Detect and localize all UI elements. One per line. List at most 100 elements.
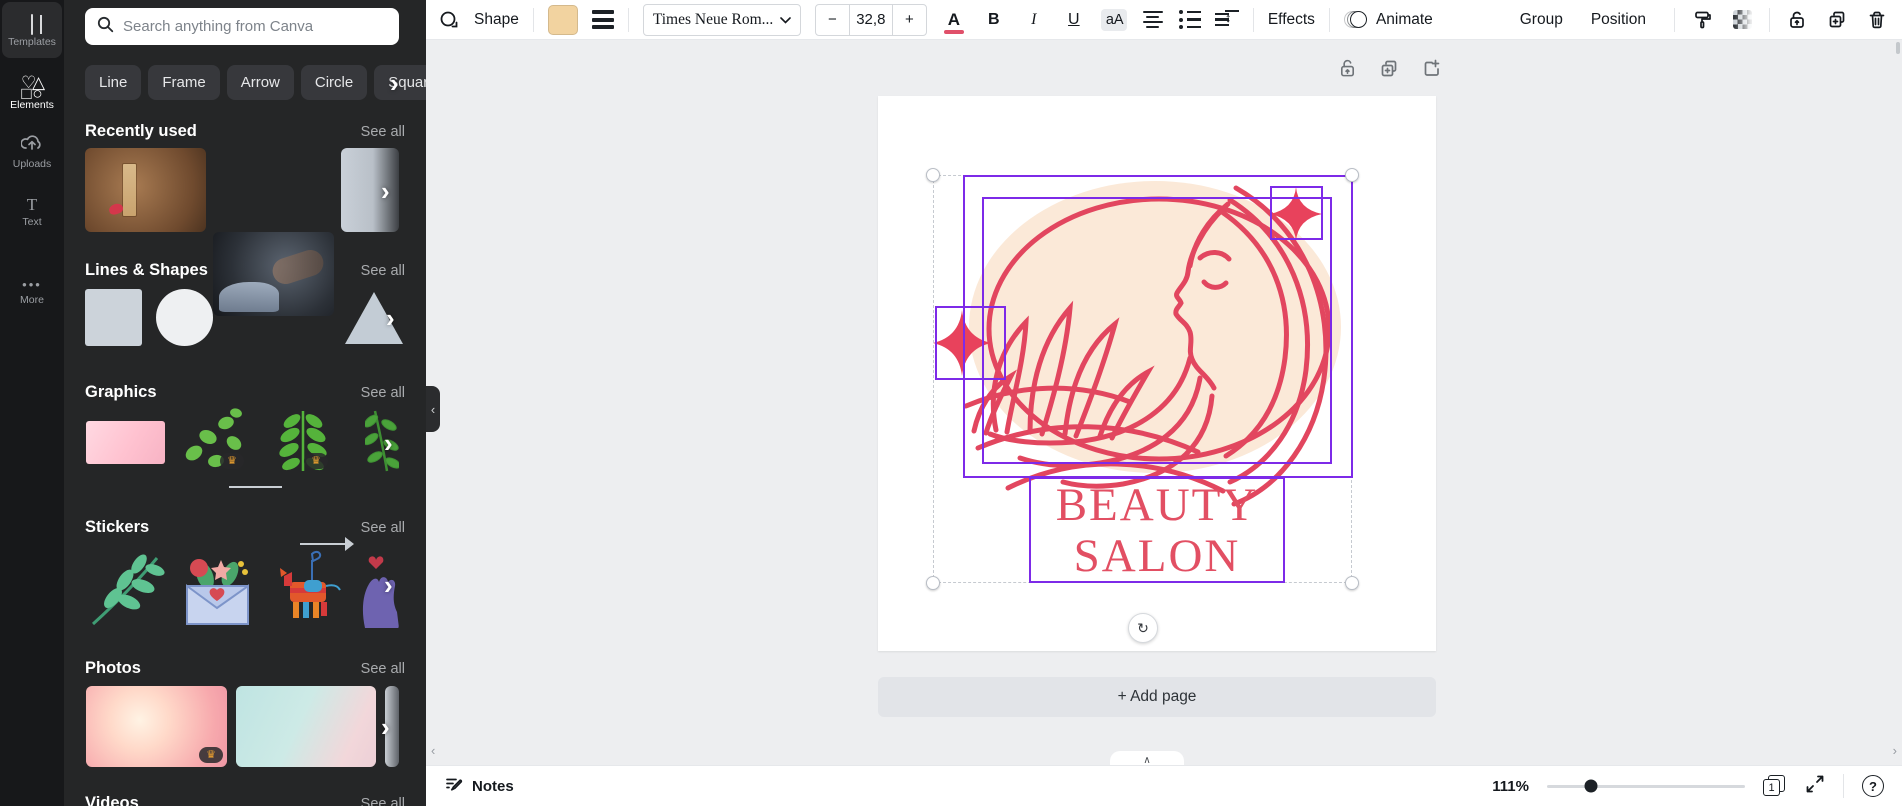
graphic-branch-partial-thumb[interactable] xyxy=(365,407,399,473)
font-family-selector[interactable]: Times Neue Rom... xyxy=(642,3,801,36)
search-icon xyxy=(97,16,114,38)
effects-button[interactable]: Effects xyxy=(1268,11,1315,29)
graphic-pink-gradient-thumb[interactable] xyxy=(86,421,165,464)
canvas-area[interactable]: ‹ BEAUTY SALON ↻ + Add page ‹ › ∧ xyxy=(426,40,1902,766)
notes-icon xyxy=(444,775,463,798)
text-case-button[interactable]: aA xyxy=(1100,8,1127,31)
thumb-photo-gray-gradient[interactable] xyxy=(341,148,399,232)
templates-icon xyxy=(31,14,33,35)
copy-style-roller-icon[interactable] xyxy=(1689,7,1715,33)
panel-collapse-handle[interactable]: ‹ xyxy=(426,386,440,432)
shape-circle-thumb[interactable] xyxy=(156,289,213,346)
resize-handle-top-right[interactable] xyxy=(1345,168,1359,182)
photo-pink-gradient-thumb[interactable]: ♛ xyxy=(86,686,227,767)
pro-crown-icon: ♛ xyxy=(304,453,328,469)
chip-square[interactable]: Square xyxy=(374,65,426,100)
group-button[interactable]: Group xyxy=(1520,11,1563,29)
section-videos-header: Videos See all xyxy=(85,794,405,806)
shape-square-thumb[interactable] xyxy=(85,289,142,346)
text-align-icon[interactable] xyxy=(1141,10,1165,29)
font-name: Times Neue Rom... xyxy=(652,10,774,28)
chips-scroll-chevron-icon[interactable]: › xyxy=(390,70,399,96)
expand-bottom-panel-tab[interactable]: ∧ xyxy=(1110,751,1184,766)
transparency-icon[interactable] xyxy=(1729,7,1755,33)
search-bar[interactable] xyxy=(85,8,399,45)
photo-teal-gradient-thumb[interactable] xyxy=(236,686,376,767)
shapes-scroll-chevron-icon[interactable]: › xyxy=(386,305,395,331)
chip-circle[interactable]: Circle xyxy=(300,65,368,100)
bulleted-list-icon[interactable] xyxy=(1178,10,1201,29)
hscroll-right-chevron-icon[interactable]: › xyxy=(1893,744,1897,757)
fullscreen-icon[interactable] xyxy=(1805,774,1825,799)
font-size-decrease-button[interactable]: − xyxy=(816,5,849,35)
sticker-envelope-flowers-thumb[interactable] xyxy=(175,546,260,631)
sidebar-item-templates[interactable]: Templates xyxy=(0,2,64,62)
sidebar-item-elements[interactable]: ♡ △ □ ○ Elements xyxy=(0,62,64,122)
chip-frame[interactable]: Frame xyxy=(148,65,220,100)
font-size-increase-button[interactable]: + xyxy=(893,5,926,35)
sidebar-item-more[interactable]: ••• More xyxy=(0,262,64,322)
search-input[interactable] xyxy=(123,18,387,35)
divider xyxy=(627,7,629,32)
see-all-photos[interactable]: See all xyxy=(361,661,405,677)
animate-icon xyxy=(1343,10,1368,30)
duplicate-page-icon[interactable] xyxy=(1379,58,1399,84)
sticker-leafy-branch-thumb[interactable] xyxy=(85,546,165,631)
zoom-slider-knob[interactable] xyxy=(1584,779,1598,793)
delete-trash-icon[interactable] xyxy=(1864,7,1890,33)
border-style-icon[interactable] xyxy=(591,10,614,29)
see-all-lines-shapes[interactable]: See all xyxy=(361,263,405,279)
see-all-videos[interactable]: See all xyxy=(361,796,405,806)
graphic-fern-branch-thumb[interactable]: ♛ xyxy=(274,407,332,473)
elements-panel: Line Frame Arrow Circle Square › Recentl… xyxy=(64,0,426,806)
add-page-corner-icon[interactable] xyxy=(1421,58,1441,84)
add-page-button[interactable]: + Add page xyxy=(878,677,1436,717)
vertical-scrollbar[interactable] xyxy=(1896,42,1900,54)
chip-line[interactable]: Line xyxy=(85,65,142,100)
resize-handle-bottom-right[interactable] xyxy=(1345,576,1359,590)
zoom-slider[interactable] xyxy=(1547,779,1745,793)
line-spacing-icon[interactable]: ↕ xyxy=(1214,9,1239,27)
design-page[interactable]: BEAUTY SALON ↻ xyxy=(878,96,1436,651)
nav-rail: Templates ♡ △ □ ○ Elements Uploads T Text •… xyxy=(0,0,64,806)
sticker-pinata-thumb[interactable] xyxy=(270,546,345,631)
section-recently-used-header: Recently used See all xyxy=(85,122,405,140)
notes-button[interactable]: Notes xyxy=(444,775,514,798)
position-button[interactable]: Position xyxy=(1591,11,1646,29)
see-all-stickers[interactable]: See all xyxy=(361,520,405,536)
hscroll-left-chevron-icon[interactable]: ‹ xyxy=(431,744,435,757)
duplicate-icon[interactable] xyxy=(1824,7,1850,33)
rotate-handle[interactable]: ↻ xyxy=(1128,613,1158,643)
font-size-stepper: − 32,8 + xyxy=(814,3,927,36)
more-dots-icon: ••• xyxy=(22,277,42,292)
thumb-photo-love-blocks[interactable] xyxy=(85,148,206,232)
see-all-recently-used[interactable]: See all xyxy=(361,124,405,140)
font-size-value[interactable]: 32,8 xyxy=(848,4,893,35)
resize-handle-bottom-left[interactable] xyxy=(926,576,940,590)
italic-button[interactable]: I xyxy=(1021,11,1047,29)
page-lock-icon[interactable] xyxy=(1338,58,1357,84)
animate-button[interactable]: Animate xyxy=(1343,10,1433,30)
resize-handle-top-left[interactable] xyxy=(926,168,940,182)
shape-tool-icon[interactable] xyxy=(438,9,460,31)
graphic-scattered-leaves-thumb[interactable]: ♛ xyxy=(178,407,248,473)
divider xyxy=(1328,7,1330,32)
text-color-button[interactable]: A xyxy=(941,10,967,34)
chip-arrow[interactable]: Arrow xyxy=(226,65,294,100)
shape-label[interactable]: Shape xyxy=(474,11,519,29)
stickers-scroll-chevron-icon[interactable]: › xyxy=(384,572,393,598)
photos-scroll-chevron-icon[interactable]: › xyxy=(381,714,390,740)
underline-button[interactable]: U xyxy=(1061,11,1087,29)
selection-bounding-box xyxy=(933,175,1352,583)
sidebar-item-uploads[interactable]: Uploads xyxy=(0,122,64,182)
recently-used-scroll-chevron-icon[interactable]: › xyxy=(381,178,390,204)
graphics-scroll-chevron-icon[interactable]: › xyxy=(384,430,393,456)
pages-view-button[interactable]: 1 xyxy=(1763,775,1787,797)
help-button[interactable]: ? xyxy=(1862,775,1884,797)
bold-button[interactable]: B xyxy=(981,11,1007,29)
see-all-graphics[interactable]: See all xyxy=(361,385,405,401)
sidebar-item-text[interactable]: T Text xyxy=(0,182,64,242)
divider xyxy=(1769,7,1770,32)
lock-icon[interactable] xyxy=(1784,7,1810,33)
fill-color-swatch[interactable] xyxy=(547,4,578,35)
